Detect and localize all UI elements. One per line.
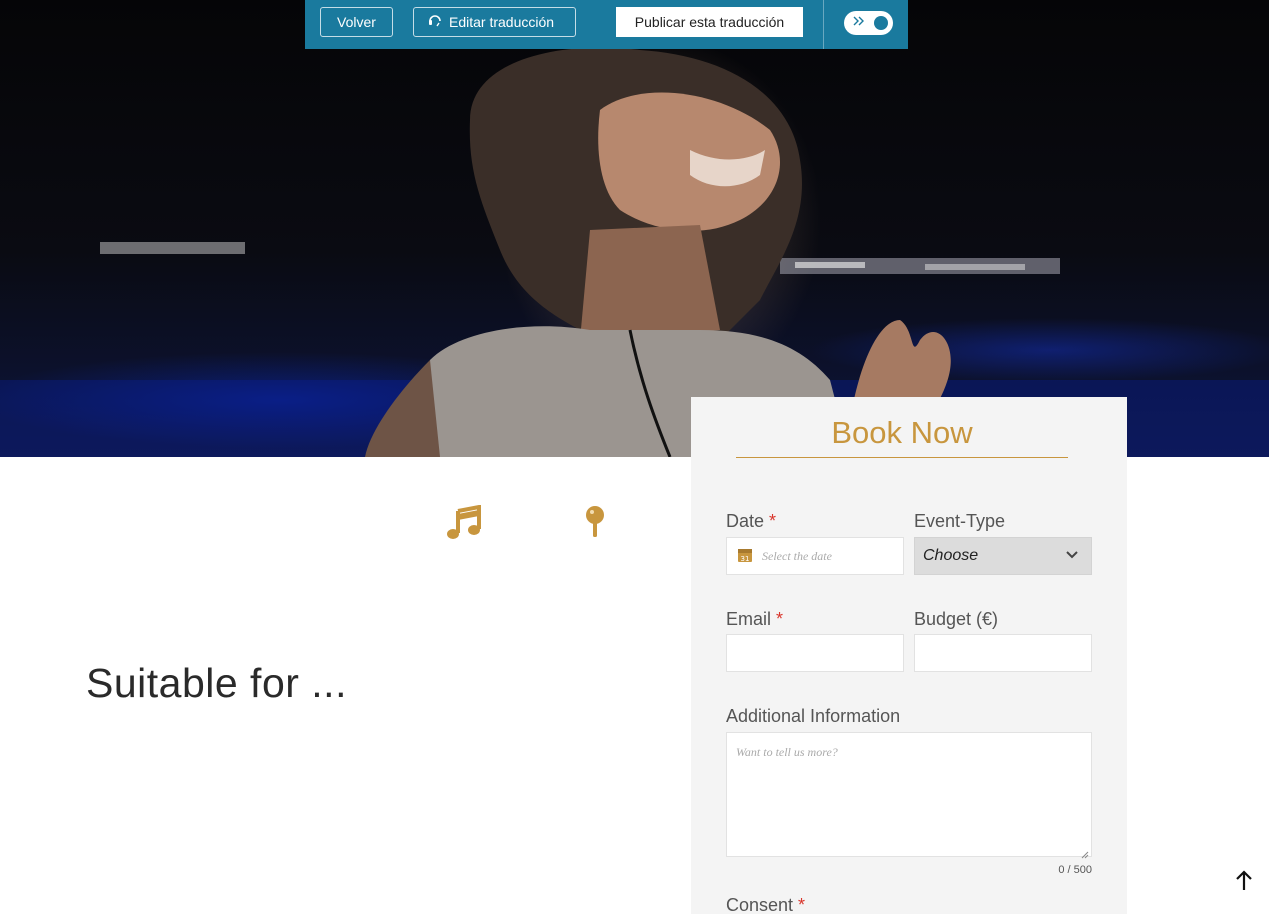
translation-toolbar: Volver Editar traducción Publicar esta t…	[305, 0, 908, 49]
headset-icon	[428, 8, 444, 36]
calendar-icon: 31	[737, 547, 753, 563]
consent-label: Consent *	[726, 895, 806, 914]
budget-field[interactable]	[914, 634, 1092, 672]
required-marker: *	[776, 609, 784, 629]
svg-text:31: 31	[741, 555, 750, 563]
chevron-down-icon	[1065, 547, 1079, 561]
translation-toggle[interactable]	[844, 11, 893, 35]
required-marker: *	[769, 511, 777, 531]
back-button[interactable]: Volver	[320, 7, 393, 37]
booking-title: Book Now	[736, 415, 1068, 458]
required-marker: *	[798, 895, 806, 914]
music-note-icon	[446, 504, 482, 541]
booking-form: Book Now Date * 31 Select the date Event-…	[691, 397, 1127, 914]
double-chevron-icon	[852, 14, 866, 31]
email-field[interactable]	[726, 634, 904, 672]
edit-translation-button[interactable]: Editar traducción	[413, 7, 576, 37]
date-label: Date *	[726, 511, 777, 531]
event-type-label: Event-Type	[914, 511, 1006, 531]
budget-label: Budget (€)	[914, 609, 999, 629]
resize-handle-icon[interactable]	[1081, 846, 1089, 859]
character-counter: 0 / 500	[1058, 864, 1092, 876]
arrow-up-icon	[1236, 870, 1252, 890]
additional-info-placeholder: Want to tell us more?	[736, 745, 838, 759]
event-type-select[interactable]: Choose	[914, 537, 1092, 575]
map-pin-icon	[583, 505, 607, 539]
edit-translation-label: Editar traducción	[449, 14, 555, 30]
performer-photo	[0, 47, 1269, 457]
section-title: Suitable for ...	[86, 660, 347, 706]
hero-image	[0, 0, 1269, 457]
additional-info-label: Additional Information	[726, 706, 901, 726]
email-label: Email *	[726, 609, 784, 629]
date-input[interactable]: 31 Select the date	[726, 537, 904, 575]
toolbar-divider	[823, 0, 824, 49]
scroll-to-top-button[interactable]	[1233, 868, 1255, 892]
publish-translation-button[interactable]: Publicar esta traducción	[616, 7, 803, 37]
date-placeholder: Select the date	[762, 549, 832, 563]
toggle-knob	[874, 16, 888, 30]
event-type-value: Choose	[923, 547, 979, 564]
additional-info-textarea[interactable]: Want to tell us more?	[726, 732, 1092, 859]
